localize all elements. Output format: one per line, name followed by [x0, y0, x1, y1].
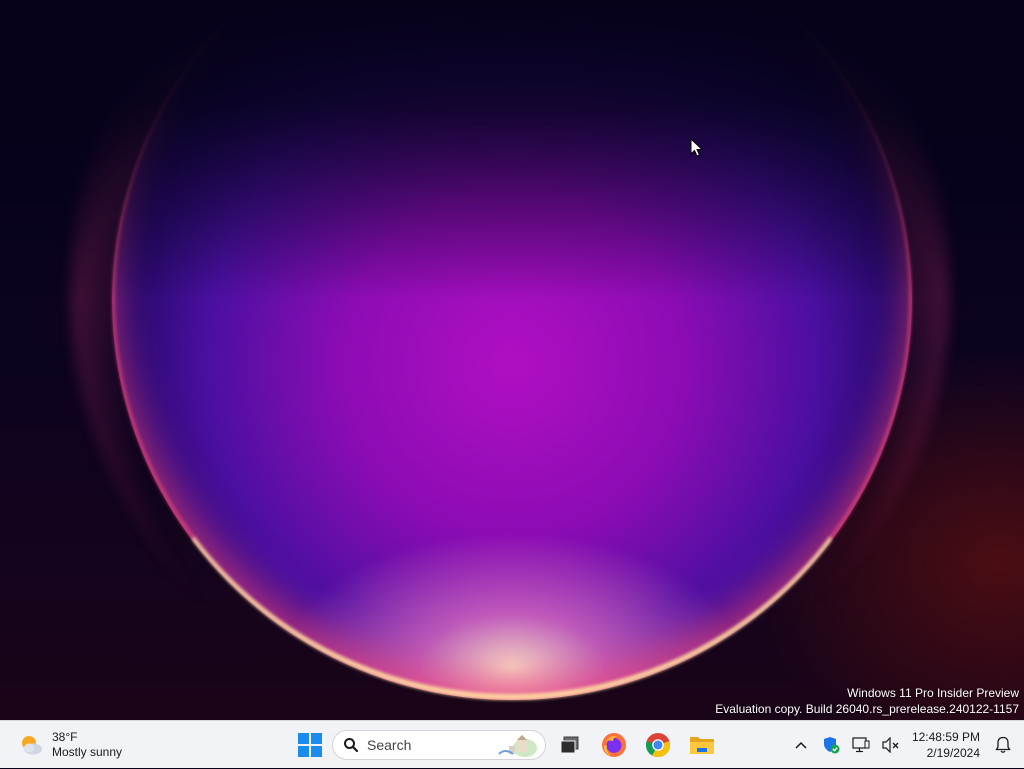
- clock-time: 12:48:59 PM: [911, 730, 980, 744]
- notifications-button[interactable]: [988, 725, 1018, 765]
- task-view-button[interactable]: [550, 725, 590, 765]
- evaluation-watermark: Windows 11 Pro Insider Preview Evaluatio…: [715, 685, 1019, 717]
- start-button[interactable]: [290, 725, 330, 765]
- system-tray: 12:48:59 PM 2/19/2024: [786, 721, 1024, 769]
- volume-muted-icon: [882, 737, 899, 753]
- partly-sunny-icon: [18, 732, 44, 758]
- search-placeholder: Search: [367, 737, 412, 753]
- security-tray-button[interactable]: [816, 725, 846, 765]
- chevron-up-icon: [795, 741, 807, 749]
- taskbar-search-box[interactable]: Search: [332, 730, 546, 760]
- weather-widget[interactable]: 38°F Mostly sunny: [18, 729, 122, 761]
- taskbar: 38°F Mostly sunny Search 12:48:59 PM 2/1…: [0, 720, 1024, 768]
- windows-logo-icon: [298, 733, 322, 757]
- search-highlight-icon: [498, 735, 537, 757]
- weather-temperature: 38°F: [52, 730, 78, 744]
- task-view-icon: [560, 736, 579, 754]
- wallpaper-fade: [0, 0, 1024, 300]
- security-shield-icon: [823, 737, 840, 754]
- firefox-button[interactable]: [594, 725, 634, 765]
- bell-icon: [995, 736, 1011, 753]
- file-explorer-button[interactable]: [682, 725, 722, 765]
- clock-date: 2/19/2024: [926, 746, 980, 760]
- chrome-icon: [645, 733, 671, 758]
- mouse-cursor-icon: [690, 138, 704, 157]
- network-tray-button[interactable]: [846, 725, 876, 765]
- weather-condition: Mostly sunny: [52, 745, 123, 759]
- taskbar-center: Search: [290, 725, 722, 765]
- firefox-icon: [602, 733, 626, 757]
- watermark-line-1: Windows 11 Pro Insider Preview: [847, 686, 1019, 700]
- show-hidden-icons-button[interactable]: [786, 725, 816, 765]
- volume-tray-button[interactable]: [876, 725, 906, 765]
- folder-icon: [690, 737, 714, 754]
- desktop[interactable]: Windows 11 Pro Insider Preview Evaluatio…: [0, 0, 1024, 720]
- clock-button[interactable]: 12:48:59 PM 2/19/2024: [906, 729, 988, 761]
- watermark-line-2: Evaluation copy. Build 26040.rs_prerelea…: [715, 702, 1019, 716]
- search-icon: [344, 738, 359, 753]
- network-icon: [852, 737, 870, 753]
- chrome-button[interactable]: [638, 725, 678, 765]
